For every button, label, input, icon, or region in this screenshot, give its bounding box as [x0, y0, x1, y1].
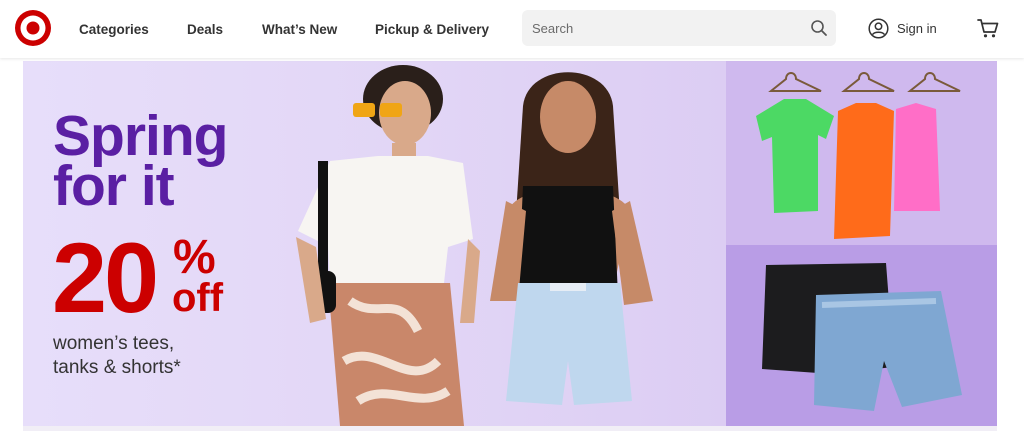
nav-whats-new[interactable]: What’s New: [262, 0, 337, 58]
hero-headline: Spring for it: [53, 108, 228, 218]
deal-percentage-number: 20: [52, 222, 159, 333]
shorts-image: [762, 263, 962, 411]
model-black-tank: [490, 72, 653, 405]
nav-pickup-delivery[interactable]: Pickup & Delivery: [375, 0, 489, 58]
nav-whats-new-label: What’s New: [262, 21, 338, 37]
tops-promo-tile[interactable]: [726, 61, 997, 245]
nav-deals-label: Deals: [187, 21, 224, 37]
hero-promo-panel[interactable]: Spring for it 20 % off women’s tees, tan…: [23, 61, 726, 426]
headline-line-2: for it: [53, 154, 175, 218]
shorts-promo-tile[interactable]: [726, 245, 997, 426]
model-white-tee: [296, 65, 480, 426]
section-divider: [23, 426, 997, 431]
bullseye-logo-icon[interactable]: [14, 9, 52, 47]
deal-percent-sign: %: [173, 231, 216, 284]
top-header: Categories Deals What’s New Pickup & Del…: [0, 0, 1024, 58]
nav-deals[interactable]: Deals: [187, 0, 223, 58]
hero-models-image: [296, 65, 653, 426]
sign-in-button[interactable]: Sign in: [868, 16, 937, 40]
nav-pickup-delivery-label: Pickup & Delivery: [375, 21, 490, 37]
tops-image: [756, 72, 961, 239]
cart-icon[interactable]: [976, 17, 1000, 39]
subtext-line-2: tanks & shorts*: [53, 357, 181, 378]
search-icon[interactable]: [808, 17, 830, 39]
subtext-line-1: women’s tees,: [53, 333, 175, 354]
hero-subtext: women’s tees, tanks & shorts*: [53, 332, 181, 380]
hero-banner: Spring for it 20 % off women’s tees, tan…: [23, 61, 997, 426]
search-input[interactable]: [522, 10, 802, 46]
nav-categories-label: Categories: [79, 21, 149, 37]
deal-off-label: off: [172, 276, 224, 320]
sign-in-label: Sign in: [897, 20, 937, 36]
nav-categories[interactable]: Categories: [79, 0, 149, 58]
user-circle-icon: [868, 17, 889, 39]
search-bar: [522, 10, 836, 46]
